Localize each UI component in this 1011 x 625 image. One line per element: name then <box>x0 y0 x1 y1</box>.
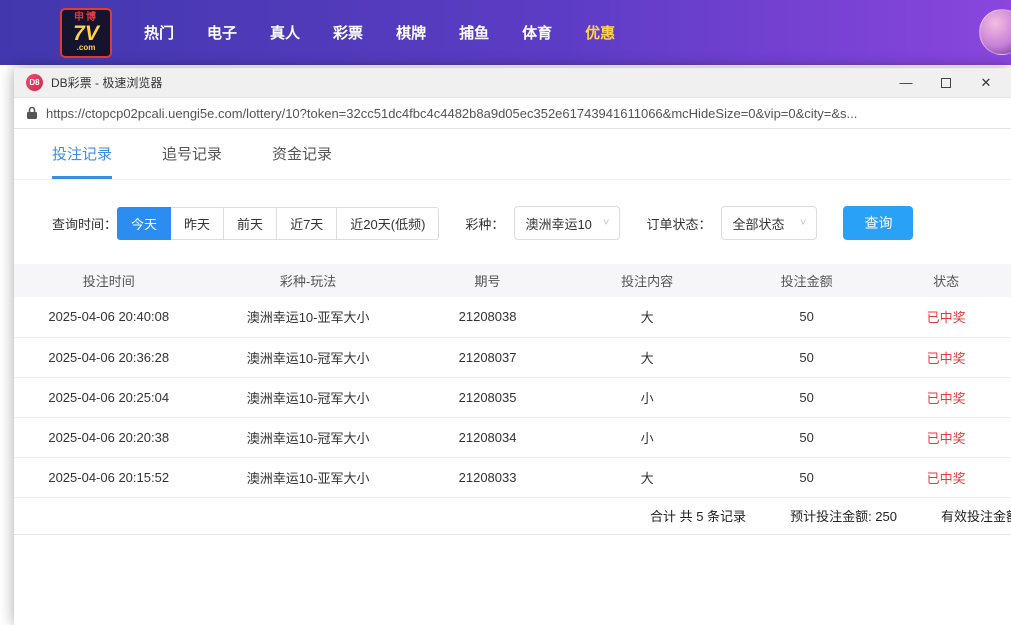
lock-icon <box>26 106 38 120</box>
cell-issue-number: 21208035 <box>413 377 563 417</box>
time-option-day-before[interactable]: 前天 <box>223 207 277 240</box>
order-status-value: 全部状态 <box>732 214 784 233</box>
time-range-group: 今天 昨天 前天 近7天 近20天(低频) <box>117 207 439 240</box>
cell-lottery-play: 澳洲幸运10-冠军大小 <box>203 377 412 417</box>
cell-bet-content: 大 <box>562 457 731 497</box>
cell-status: 已中奖 <box>881 457 1011 497</box>
cell-bet-content: 大 <box>562 337 731 377</box>
window-title: DB彩票 - 极速浏览器 <box>51 74 893 91</box>
order-status-select[interactable]: 全部状态 ˅ <box>721 206 817 240</box>
record-tabs: 投注记录 追号记录 资金记录 <box>14 129 1011 180</box>
cell-bet-amount: 50 <box>732 377 882 417</box>
cell-status: 已中奖 <box>881 297 1011 337</box>
summary-valid-amount: 有效投注金额 <box>941 506 1011 525</box>
time-option-today[interactable]: 今天 <box>117 207 171 240</box>
column-header-issue-number: 期号 <box>413 264 563 297</box>
cell-bet-time: 2025-04-06 20:25:04 <box>14 377 203 417</box>
nav-item-lottery[interactable]: 彩票 <box>333 22 363 43</box>
cell-lottery-play: 澳洲幸运10-冠军大小 <box>203 417 412 457</box>
maximize-icon <box>941 78 951 88</box>
logo-main-text: 7V <box>73 23 99 44</box>
summary-row: 合计 共 5 条记录 预计投注金额: 250 有效投注金额 <box>14 498 1011 535</box>
column-header-bet-time: 投注时间 <box>14 264 203 297</box>
cell-lottery-play: 澳洲幸运10-亚军大小 <box>203 457 412 497</box>
site-nav: 热门 电子 真人 彩票 棋牌 捕鱼 体育 优惠 <box>144 22 615 43</box>
page-content: 投注记录 追号记录 资金记录 查询时间： 今天 昨天 前天 近7天 近20天(低… <box>14 129 1011 625</box>
filter-bar: 查询时间： 今天 昨天 前天 近7天 近20天(低频) 彩种： 澳洲幸运10 ˅… <box>52 206 1011 240</box>
nav-item-slots[interactable]: 电子 <box>207 22 237 43</box>
records-table-head: 投注时间彩种-玩法期号投注内容投注金额状态 <box>14 264 1011 297</box>
summary-total: 合计 共 5 条记录 <box>650 506 746 525</box>
cell-status: 已中奖 <box>881 337 1011 377</box>
cell-bet-content: 大 <box>562 297 731 337</box>
lottery-filter-label: 彩种： <box>465 214 504 233</box>
site-logo[interactable]: 申博 7V .com <box>60 8 112 58</box>
nav-item-live[interactable]: 真人 <box>270 22 300 43</box>
cell-bet-content: 小 <box>562 417 731 457</box>
tab-fund-records[interactable]: 资金记录 <box>272 143 332 179</box>
close-button[interactable]: ✕ <box>973 72 999 94</box>
cell-status: 已中奖 <box>881 417 1011 457</box>
table-row: 2025-04-06 20:36:28澳洲幸运10-冠军大小21208037大5… <box>14 337 1011 377</box>
site-topbar: 申博 7V .com 热门 电子 真人 彩票 棋牌 捕鱼 体育 优惠 <box>0 0 1011 65</box>
cell-issue-number: 21208033 <box>413 457 563 497</box>
cell-bet-time: 2025-04-06 20:40:08 <box>14 297 203 337</box>
cell-bet-amount: 50 <box>732 337 882 377</box>
records-table: 投注时间彩种-玩法期号投注内容投注金额状态 2025-04-06 20:40:0… <box>14 264 1011 498</box>
cell-bet-amount: 50 <box>732 297 882 337</box>
nav-item-promo[interactable]: 优惠 <box>585 22 615 43</box>
cell-status: 已中奖 <box>881 377 1011 417</box>
table-row: 2025-04-06 20:25:04澳洲幸运10-冠军大小21208035小5… <box>14 377 1011 417</box>
column-header-bet-content: 投注内容 <box>562 264 731 297</box>
nav-item-sports[interactable]: 体育 <box>522 22 552 43</box>
table-row: 2025-04-06 20:40:08澳洲幸运10-亚军大小21208038大5… <box>14 297 1011 337</box>
table-row: 2025-04-06 20:20:38澳洲幸运10-冠军大小21208034小5… <box>14 417 1011 457</box>
cell-bet-amount: 50 <box>732 457 882 497</box>
cell-issue-number: 21208037 <box>413 337 563 377</box>
cell-bet-time: 2025-04-06 20:36:28 <box>14 337 203 377</box>
maximize-button[interactable] <box>933 72 959 94</box>
header-row: 投注时间彩种-玩法期号投注内容投注金额状态 <box>14 264 1011 297</box>
search-button[interactable]: 查询 <box>843 206 913 240</box>
cell-bet-time: 2025-04-06 20:15:52 <box>14 457 203 497</box>
app-icon: D8 <box>26 74 43 91</box>
minimize-button[interactable]: — <box>893 72 919 94</box>
records-table-body: 2025-04-06 20:40:08澳洲幸运10-亚军大小21208038大5… <box>14 297 1011 497</box>
nav-item-fishing[interactable]: 捕鱼 <box>459 22 489 43</box>
column-header-lottery-play: 彩种-玩法 <box>203 264 412 297</box>
tab-chase-records[interactable]: 追号记录 <box>162 143 222 179</box>
cell-issue-number: 21208034 <box>413 417 563 457</box>
cell-lottery-play: 澳洲幸运10-冠军大小 <box>203 337 412 377</box>
chevron-down-icon: ˅ <box>603 217 609 229</box>
window-controls: — ✕ <box>893 72 999 94</box>
nav-item-board[interactable]: 棋牌 <box>396 22 426 43</box>
column-header-status: 状态 <box>881 264 1011 297</box>
time-filter-label: 查询时间： <box>52 214 117 233</box>
cell-bet-content: 小 <box>562 377 731 417</box>
status-filter-label: 订单状态： <box>646 214 711 233</box>
lottery-select-value: 澳洲幸运10 <box>525 214 591 233</box>
logo-bottom-text: .com <box>77 44 96 52</box>
lottery-select[interactable]: 澳洲幸运10 ˅ <box>514 206 620 240</box>
column-header-bet-amount: 投注金额 <box>732 264 882 297</box>
chevron-down-icon: ˅ <box>800 217 806 229</box>
url-bar[interactable]: https://ctopcp02pcali.uengi5e.com/lotter… <box>14 98 1011 129</box>
tab-bet-records[interactable]: 投注记录 <box>52 143 112 179</box>
cell-lottery-play: 澳洲幸运10-亚军大小 <box>203 297 412 337</box>
browser-window: D8 DB彩票 - 极速浏览器 — ✕ https://ctopcp02pcal… <box>14 68 1011 625</box>
window-titlebar[interactable]: D8 DB彩票 - 极速浏览器 — ✕ <box>14 68 1011 98</box>
cell-bet-time: 2025-04-06 20:20:38 <box>14 417 203 457</box>
time-option-7days[interactable]: 近7天 <box>276 207 337 240</box>
url-text[interactable]: https://ctopcp02pcali.uengi5e.com/lotter… <box>46 106 857 121</box>
cell-bet-amount: 50 <box>732 417 882 457</box>
cell-issue-number: 21208038 <box>413 297 563 337</box>
user-avatar[interactable] <box>979 9 1011 55</box>
time-option-20days[interactable]: 近20天(低频) <box>336 207 439 240</box>
table-row: 2025-04-06 20:15:52澳洲幸运10-亚军大小21208033大5… <box>14 457 1011 497</box>
nav-item-hot[interactable]: 热门 <box>144 22 174 43</box>
time-option-yesterday[interactable]: 昨天 <box>170 207 224 240</box>
summary-expected-amount: 预计投注金额: 250 <box>790 506 897 525</box>
